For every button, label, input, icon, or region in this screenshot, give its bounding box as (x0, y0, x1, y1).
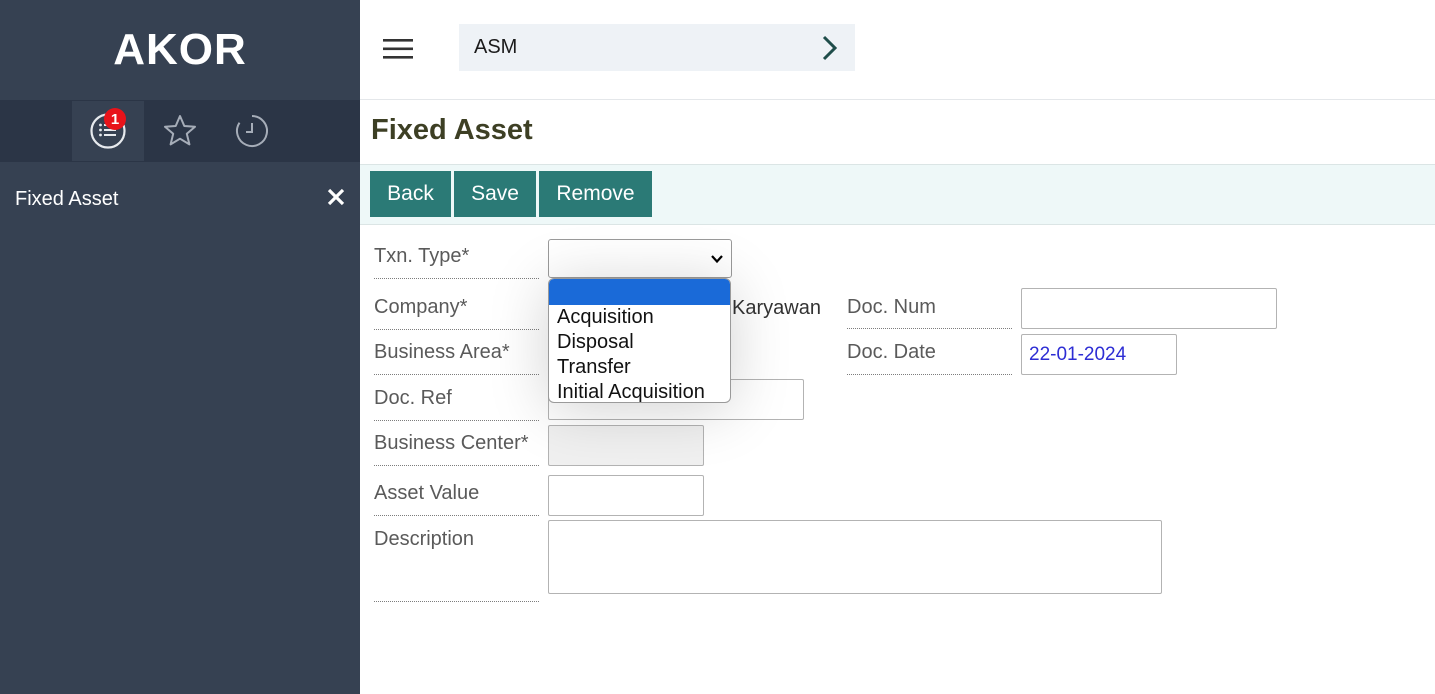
txn-type-options-list: Acquisition Disposal Transfer Initial Ac… (548, 278, 731, 403)
option-initial-acquisition[interactable]: Initial Acquisition (549, 380, 730, 402)
notification-badge: 1 (104, 108, 126, 130)
hamburger-menu-icon[interactable] (383, 38, 413, 60)
top-bar: ASM (360, 0, 1435, 100)
doc-date-input[interactable]: 22-01-2024 (1021, 334, 1177, 375)
option-acquisition[interactable]: Acquisition (549, 305, 730, 330)
app-logo: AKOR (113, 25, 247, 74)
option-transfer[interactable]: Transfer (549, 355, 730, 380)
doc-ref-label: Doc. Ref (374, 387, 539, 421)
option-empty[interactable] (549, 279, 730, 305)
action-toolbar: Back Save Remove (360, 164, 1435, 225)
txn-type-select[interactable] (548, 239, 732, 278)
tab-history[interactable] (216, 101, 288, 161)
description-textarea[interactable] (548, 520, 1162, 594)
save-button[interactable]: Save (454, 171, 536, 217)
remove-button[interactable]: Remove (539, 171, 652, 217)
asset-value-label: Asset Value (374, 482, 539, 516)
history-icon (236, 115, 268, 147)
page-title: Fixed Asset (371, 114, 533, 146)
business-center-label: Business Center* (374, 432, 539, 466)
back-button[interactable]: Back (370, 171, 451, 217)
description-label: Description (374, 528, 539, 602)
chevron-down-icon (711, 255, 723, 264)
star-icon (164, 115, 196, 146)
sidebar: AKOR 1 Fixed Asset (0, 0, 360, 694)
sidebar-item-fixed-asset[interactable]: Fixed Asset (0, 180, 360, 218)
asset-value-input[interactable] (548, 475, 704, 516)
breadcrumb[interactable]: ASM (459, 24, 855, 71)
doc-num-input[interactable] (1021, 288, 1277, 329)
company-label: Company* (374, 296, 539, 330)
business-area-label: Business Area* (374, 341, 539, 375)
chevron-right-icon (822, 35, 838, 61)
doc-num-label: Doc. Num (847, 296, 1012, 329)
business-center-input[interactable] (548, 425, 704, 466)
breadcrumb-label: ASM (474, 36, 518, 58)
tab-favorites[interactable] (144, 101, 216, 161)
txn-type-label: Txn. Type* (374, 245, 539, 279)
sidebar-tabs: 1 (0, 100, 360, 162)
tab-open-documents[interactable]: 1 (72, 101, 144, 161)
doc-date-label: Doc. Date (847, 341, 1012, 375)
sidebar-item-label: Fixed Asset (15, 187, 119, 210)
option-disposal[interactable]: Disposal (549, 330, 730, 355)
close-icon[interactable] (325, 186, 347, 208)
